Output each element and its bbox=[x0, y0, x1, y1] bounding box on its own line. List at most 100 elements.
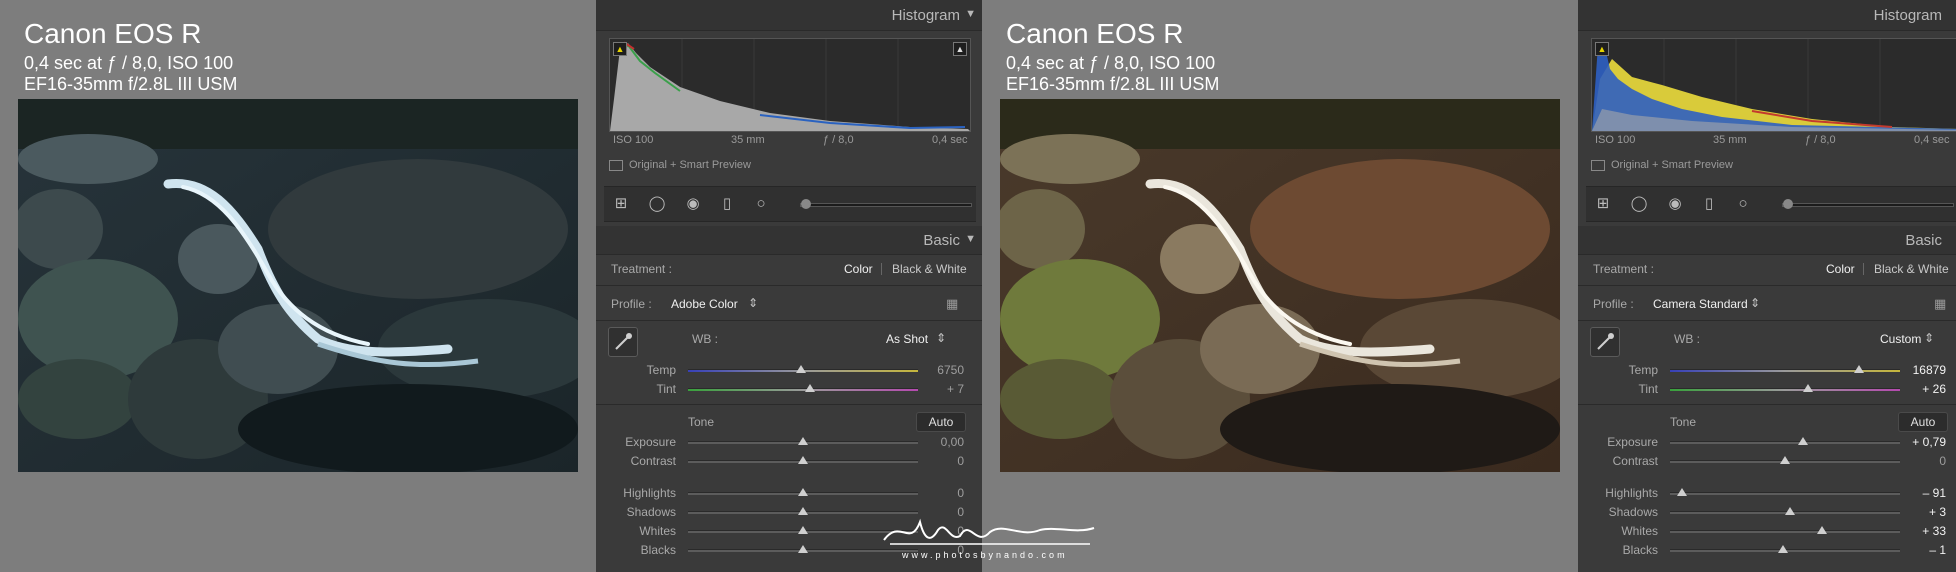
chevron-updown-icon[interactable]: ⇕ bbox=[1750, 296, 1760, 310]
exposure-value[interactable]: 0,00 bbox=[914, 435, 964, 449]
basic-header[interactable]: Basic ▼ bbox=[596, 226, 982, 255]
blacks-value[interactable]: – 1 bbox=[1896, 543, 1946, 557]
develop-panel: Histogram ▼ ▲ ▲ ISO 100 35 mm ƒ / 8,0 0,… bbox=[596, 0, 982, 572]
photo-image[interactable] bbox=[1000, 99, 1560, 472]
divider bbox=[596, 285, 982, 286]
tint-value[interactable]: + 26 bbox=[1896, 382, 1946, 396]
temp-slider[interactable] bbox=[1670, 369, 1900, 372]
treatment-bw-button[interactable]: Black & White bbox=[892, 262, 967, 276]
graduated-filter-icon[interactable]: ▯ bbox=[718, 195, 736, 213]
treatment-label: Treatment : bbox=[611, 262, 672, 276]
triangle-warning-icon[interactable]: ▲ bbox=[1595, 42, 1609, 56]
crop-icon[interactable]: ⊞ bbox=[612, 195, 630, 213]
tool-slider-knob[interactable] bbox=[1783, 199, 1793, 209]
radial-filter-icon[interactable]: ○ bbox=[752, 195, 770, 213]
blacks-slider-thumb[interactable] bbox=[1777, 545, 1788, 553]
triangle-down-icon[interactable]: ▼ bbox=[965, 8, 976, 20]
crop-icon[interactable]: ⊞ bbox=[1594, 195, 1612, 213]
exposure-slider-thumb[interactable] bbox=[1798, 437, 1809, 445]
tint-slider[interactable] bbox=[688, 388, 918, 391]
whites-slider-thumb[interactable] bbox=[1816, 526, 1827, 534]
highlights-slider-thumb[interactable] bbox=[1676, 488, 1687, 496]
spot-removal-icon[interactable]: ◯ bbox=[1630, 195, 1648, 213]
preview-status-text: Original + Smart Preview bbox=[629, 159, 751, 171]
temp-slider-thumb[interactable] bbox=[1853, 365, 1864, 373]
spot-removal-icon[interactable]: ◯ bbox=[648, 195, 666, 213]
whites-label: Whites bbox=[639, 524, 676, 538]
red-eye-icon[interactable]: ◉ bbox=[1666, 195, 1684, 213]
preview-status[interactable]: Original + Smart Preview bbox=[1591, 159, 1733, 173]
contrast-label: Contrast bbox=[1612, 454, 1658, 468]
whites-slider-thumb[interactable] bbox=[798, 526, 808, 534]
highlights-slider[interactable] bbox=[1670, 492, 1900, 495]
red-eye-icon[interactable]: ◉ bbox=[684, 195, 702, 213]
photo-info-overlay: Canon EOS R 0,4 sec at ƒ / 8,0, ISO 100 … bbox=[24, 20, 237, 96]
treatment-color-button[interactable]: Color bbox=[844, 262, 873, 276]
radial-filter-icon[interactable]: ○ bbox=[1734, 195, 1752, 213]
whites-slider[interactable] bbox=[1670, 530, 1900, 533]
wb-select[interactable]: As Shot bbox=[886, 332, 928, 346]
chevron-updown-icon[interactable]: ⇕ bbox=[936, 331, 946, 345]
lens-info: EF16-35mm f/2.8L III USM bbox=[24, 74, 238, 94]
triangle-down-icon[interactable]: ▼ bbox=[965, 233, 976, 245]
develop-panel: Histogram ▲ ISO 100 35 mm ƒ / 8,0 0,4 se… bbox=[1578, 0, 1956, 572]
grid-icon[interactable]: ▦ bbox=[946, 297, 962, 311]
whites-value[interactable]: + 33 bbox=[1896, 524, 1946, 538]
chevron-updown-icon[interactable]: ⇕ bbox=[1924, 331, 1934, 345]
blacks-label: Blacks bbox=[640, 543, 676, 557]
histogram-header[interactable]: Histogram bbox=[1578, 0, 1956, 31]
profile-select[interactable]: Camera Standard bbox=[1653, 297, 1748, 311]
auto-tone-button[interactable]: Auto bbox=[916, 412, 966, 432]
wb-select[interactable]: Custom bbox=[1880, 332, 1921, 346]
auto-tone-button[interactable]: Auto bbox=[1898, 412, 1948, 432]
triangle-warning-icon[interactable]: ▲ bbox=[613, 42, 627, 56]
temp-label: Temp bbox=[646, 363, 676, 377]
tint-slider[interactable] bbox=[1670, 388, 1900, 391]
divider bbox=[596, 404, 982, 405]
temp-slider-thumb[interactable] bbox=[795, 365, 806, 373]
temp-value[interactable]: 16879 bbox=[1896, 363, 1946, 377]
shadows-slider-thumb[interactable] bbox=[1784, 507, 1795, 515]
contrast-value[interactable]: 0 bbox=[1896, 454, 1946, 468]
contrast-slider-thumb[interactable] bbox=[1780, 456, 1790, 464]
blacks-slider-thumb[interactable] bbox=[798, 545, 808, 553]
camera-name: Canon EOS R bbox=[24, 18, 202, 49]
exposure-slider-thumb[interactable] bbox=[798, 437, 808, 445]
grid-icon[interactable]: ▦ bbox=[1934, 297, 1950, 311]
treatment-bw-button[interactable]: Black & White bbox=[1874, 262, 1949, 276]
highlights-value[interactable]: – 91 bbox=[1896, 486, 1946, 500]
preview-status[interactable]: Original + Smart Preview bbox=[609, 159, 751, 173]
treatment-color-button[interactable]: Color bbox=[1826, 262, 1855, 276]
shadows-slider-thumb[interactable] bbox=[798, 507, 808, 515]
shadows-value[interactable]: + 3 bbox=[1896, 505, 1946, 519]
wb-label: WB : bbox=[1674, 332, 1700, 346]
basic-title: Basic bbox=[923, 232, 960, 249]
exposure-value[interactable]: + 0,79 bbox=[1896, 435, 1946, 449]
temp-value[interactable]: 6750 bbox=[914, 363, 964, 377]
photo-image[interactable] bbox=[18, 99, 578, 472]
tool-slider[interactable] bbox=[1782, 199, 1954, 209]
eyedropper-icon[interactable] bbox=[1590, 327, 1620, 357]
highlights-value[interactable]: 0 bbox=[914, 486, 964, 500]
histogram-header[interactable]: Histogram ▼ bbox=[596, 0, 982, 31]
tint-slider-thumb[interactable] bbox=[1803, 384, 1813, 392]
triangle-warning-icon[interactable]: ▲ bbox=[953, 42, 967, 56]
profile-select[interactable]: Adobe Color bbox=[671, 297, 738, 311]
eyedropper-icon[interactable] bbox=[608, 327, 638, 357]
highlights-slider-thumb[interactable] bbox=[798, 488, 808, 496]
exposure-slider[interactable] bbox=[1670, 441, 1900, 444]
contrast-value[interactable]: 0 bbox=[914, 454, 964, 468]
basic-header[interactable]: Basic bbox=[1578, 226, 1956, 255]
contrast-slider-thumb[interactable] bbox=[798, 456, 808, 464]
tool-slider[interactable] bbox=[800, 199, 972, 209]
treatment-separator bbox=[1863, 263, 1864, 275]
exif-iso: ISO 100 bbox=[613, 134, 654, 146]
chevron-updown-icon[interactable]: ⇕ bbox=[748, 296, 758, 310]
exif-shutter: 0,4 sec bbox=[932, 134, 968, 146]
preview-status-icon bbox=[609, 159, 623, 171]
tint-value[interactable]: + 7 bbox=[914, 382, 964, 396]
tool-slider-knob[interactable] bbox=[801, 199, 811, 209]
shadows-label: Shadows bbox=[626, 505, 676, 519]
graduated-filter-icon[interactable]: ▯ bbox=[1700, 195, 1718, 213]
tint-slider-thumb[interactable] bbox=[804, 384, 815, 392]
